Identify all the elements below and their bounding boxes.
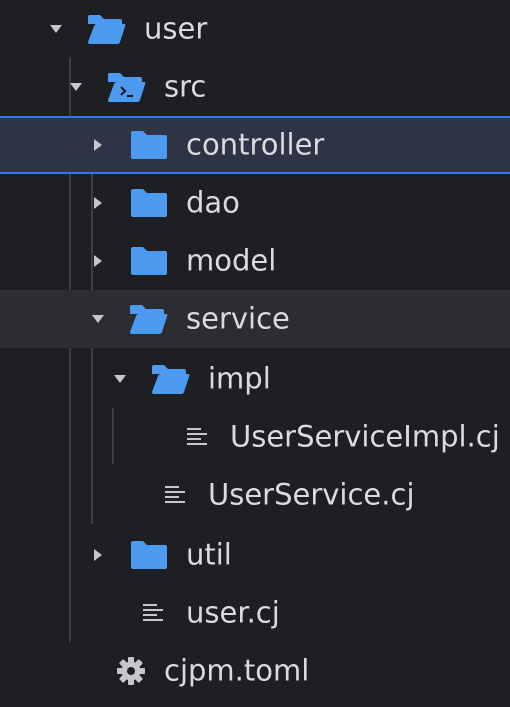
tree-item-label: UserServiceImpl.cj <box>230 419 500 454</box>
text-file-icon <box>187 428 207 445</box>
chevron-down-icon[interactable] <box>90 311 106 327</box>
gear-icon <box>117 657 145 685</box>
chevron-down-icon[interactable] <box>112 371 128 387</box>
folder-icon <box>131 131 167 159</box>
tree-item-label: service <box>186 301 290 336</box>
tree-item-label: impl <box>208 361 271 396</box>
chevron-right-icon[interactable] <box>90 137 106 153</box>
chevron-down-icon[interactable] <box>68 79 84 95</box>
tree-item-label: user.cj <box>186 595 280 630</box>
tree-item-label: util <box>186 537 232 572</box>
text-file-icon <box>165 486 185 503</box>
tree-item-cjpm-toml[interactable]: cjpm.toml <box>0 642 510 700</box>
tree-item-label: UserService.cj <box>208 477 415 512</box>
tree-item-impl[interactable]: impl <box>0 350 510 408</box>
tree-item-userservice-cj[interactable]: UserService.cj <box>0 466 510 524</box>
tree-item-userserviceimpl-cj[interactable]: UserServiceImpl.cj <box>0 408 510 466</box>
tree-item-dao[interactable]: dao <box>0 174 510 232</box>
folder-open-icon <box>130 305 168 334</box>
folder-icon <box>131 541 167 569</box>
folder-open-icon <box>88 15 126 44</box>
tree-item-user-cj[interactable]: user.cj <box>0 584 510 642</box>
source-folder-icon <box>108 73 146 102</box>
tree-item-controller[interactable]: controller <box>0 116 510 174</box>
folder-icon <box>131 247 167 275</box>
tree-item-util[interactable]: util <box>0 526 510 584</box>
tree-item-label: user <box>144 11 208 46</box>
tree-item-label: model <box>186 243 277 278</box>
tree-item-user[interactable]: user <box>0 0 510 58</box>
chevron-down-icon[interactable] <box>48 21 64 37</box>
tree-item-src[interactable]: src <box>0 58 510 116</box>
project-tree: user src controller dao model service im… <box>0 0 510 707</box>
chevron-right-icon[interactable] <box>90 253 106 269</box>
folder-icon <box>131 189 167 217</box>
tree-item-label: cjpm.toml <box>164 653 310 688</box>
folder-open-icon <box>152 365 190 394</box>
tree-item-service[interactable]: service <box>0 290 510 348</box>
tree-item-label: src <box>164 69 207 104</box>
chevron-right-icon[interactable] <box>90 195 106 211</box>
tree-item-label: dao <box>186 185 240 220</box>
tree-item-label: controller <box>186 127 325 162</box>
text-file-icon <box>143 604 163 621</box>
tree-item-model[interactable]: model <box>0 232 510 290</box>
chevron-right-icon[interactable] <box>90 547 106 563</box>
